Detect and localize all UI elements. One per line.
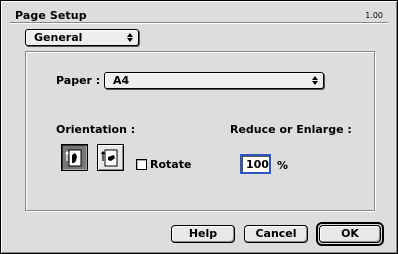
popup-arrows-icon [309, 74, 320, 87]
rotate-label[interactable]: Rotate [150, 158, 191, 171]
scale-label: Reduce or Enlarge : [230, 123, 352, 136]
orientation-label: Orientation : [56, 123, 136, 136]
portrait-option[interactable] [61, 144, 88, 171]
portrait-icon [65, 149, 82, 167]
section-popup-value: General [34, 31, 83, 44]
paper-label: Paper : [56, 74, 101, 87]
ok-button[interactable]: OK [319, 225, 381, 243]
paper-popup-value: A4 [113, 74, 130, 87]
cancel-button[interactable]: Cancel [244, 225, 308, 243]
scale-input-value: 100 [246, 158, 269, 171]
window-title: Page Setup [15, 9, 87, 22]
paper-popup[interactable]: A4 [104, 72, 324, 89]
section-popup[interactable]: General [25, 29, 139, 46]
rotate-checkbox[interactable] [136, 159, 147, 170]
landscape-icon [101, 149, 118, 167]
title-divider [10, 22, 388, 24]
scale-input[interactable]: 100 [240, 154, 271, 174]
title-bar[interactable]: Page Setup 1.00 [2, 2, 396, 23]
version-label: 1.00 [365, 11, 383, 20]
page-setup-dialog: Page Setup 1.00 General Paper : A4 Orien… [0, 0, 398, 254]
landscape-option[interactable] [97, 144, 124, 171]
popup-arrows-icon [124, 31, 135, 44]
help-button[interactable]: Help [171, 225, 235, 243]
scale-unit: % [277, 159, 289, 172]
